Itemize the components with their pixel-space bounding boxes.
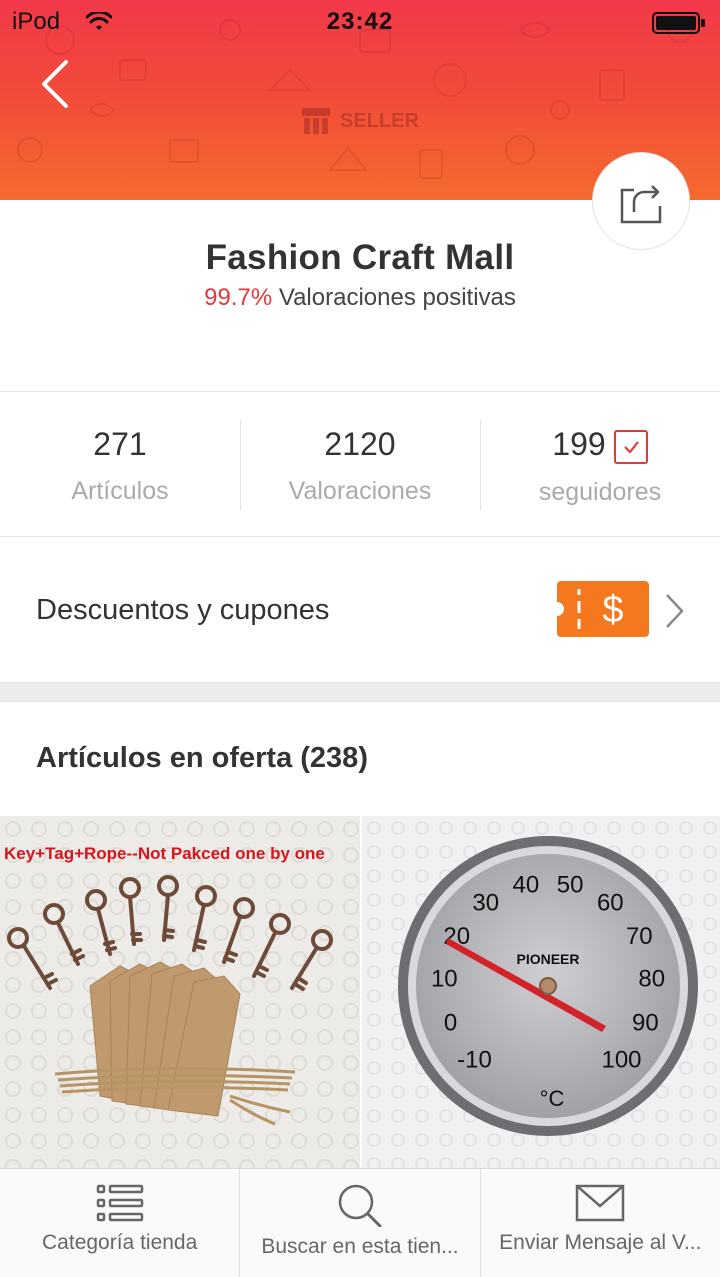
dial-number: 80: [638, 966, 665, 993]
tab-store-category[interactable]: Categoría tienda: [0, 1169, 239, 1277]
positive-rating: 99.7% Valoraciones positivas: [0, 284, 720, 312]
chevron-left-icon: [42, 60, 68, 108]
share-icon: [620, 185, 662, 224]
stat-label: Artículos: [71, 477, 169, 505]
back-button[interactable]: [36, 58, 76, 110]
tab-send-message[interactable]: Enviar Mensaje al V...: [479, 1169, 720, 1277]
seller-badge: SELLER: [300, 104, 419, 138]
seller-badge-label: SELLER: [340, 109, 419, 132]
dial-number: 50: [557, 871, 584, 898]
checkmark-icon: [623, 441, 639, 454]
rating-text: Valoraciones positivas: [272, 284, 516, 311]
bottom-tabbar: Categoría tienda Buscar en esta tien... …: [0, 1168, 720, 1277]
tab-label: Categoría tienda: [42, 1231, 198, 1254]
followers-count: 199: [552, 426, 606, 462]
dial-brand: PIONEER: [516, 951, 579, 967]
dial-number: 70: [626, 923, 653, 950]
list-icon: [96, 1184, 143, 1222]
dial-number: 90: [632, 1009, 659, 1036]
dial-number: 0: [444, 1009, 457, 1036]
dial-number: 60: [597, 890, 624, 917]
product-card[interactable]: -10 0 10 20 30 40 50 60 70 80 90 100 PIONEER °C: [362, 816, 720, 1168]
coupon-dollar-icon: $: [550, 589, 624, 631]
follow-checkbox[interactable]: [613, 430, 648, 464]
store-name: Fashion Craft Mall: [205, 238, 515, 277]
battery-icon: [652, 12, 705, 34]
status-bar: iPod 23:42: [0, 0, 720, 44]
chevron-right-icon: [666, 594, 684, 628]
share-button[interactable]: [592, 152, 690, 250]
product-image-keys: [0, 816, 360, 1168]
divider: [0, 536, 720, 537]
coupon-badge[interactable]: $: [550, 581, 649, 637]
coupons-label: Descuentos y cupones: [36, 594, 330, 626]
tab-search-store[interactable]: Buscar en esta tien...: [239, 1169, 479, 1277]
dial-number: 30: [472, 890, 499, 917]
storefront-icon: [302, 108, 330, 134]
product-image-thermometer: -10010203040 5060708090100 PIONEER °C: [362, 816, 720, 1168]
stat-value: 199: [480, 426, 720, 464]
dial-number: -10: [457, 1047, 492, 1074]
coupon-symbol: $: [602, 589, 623, 631]
dial-number: 100: [601, 1047, 641, 1074]
dial-number: 40: [513, 871, 540, 898]
dial-number: 10: [431, 966, 458, 993]
stat-value: 271: [93, 426, 147, 462]
product-caption: Key+Tag+Rope--Not Pakced one by one: [4, 844, 325, 863]
offers-title: Artículos en oferta (238): [36, 742, 368, 774]
rating-percent: 99.7%: [204, 284, 273, 311]
tab-label: Enviar Mensaje al V...: [499, 1231, 702, 1254]
stat-followers[interactable]: 199 seguidores: [480, 392, 720, 536]
search-icon: [338, 1184, 382, 1227]
envelope-icon: [576, 1184, 625, 1222]
stat-value: 2120: [324, 426, 396, 462]
stat-label: seguidores: [538, 478, 662, 506]
stat-label: Valoraciones: [288, 477, 432, 505]
clock-time: 23:42: [326, 8, 394, 35]
dial-unit: °C: [540, 1086, 565, 1111]
product-card[interactable]: Key+Tag+Rope--Not Pakced one by one: [0, 816, 360, 1168]
tab-label: Buscar en esta tien...: [261, 1235, 459, 1258]
store-stats: 271 Artículos 2120 Valoraciones 199 segu…: [0, 392, 720, 536]
stat-articles[interactable]: 271 Artículos: [0, 392, 240, 536]
stat-ratings[interactable]: 2120 Valoraciones: [240, 392, 480, 536]
section-spacer: [0, 682, 720, 702]
